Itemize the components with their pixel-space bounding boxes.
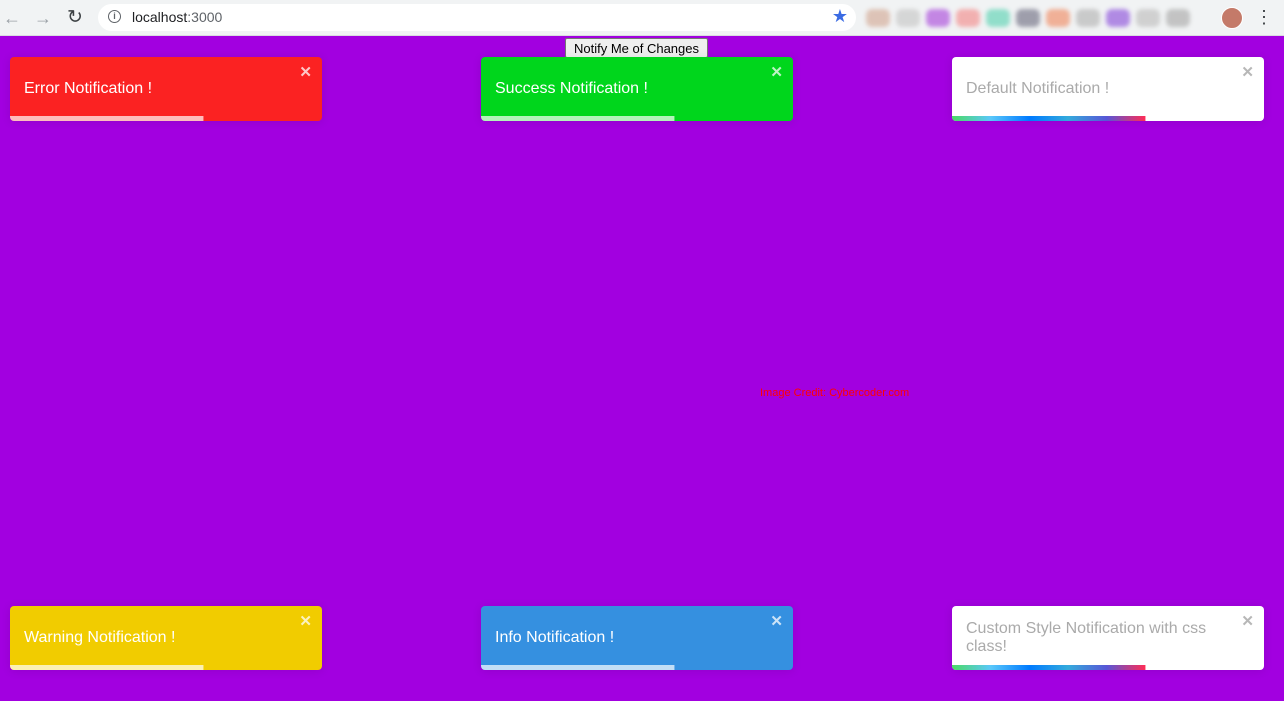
notify-button[interactable]: Notify Me of Changes	[565, 38, 708, 58]
toast-default[interactable]: Default Notification ! ✕	[952, 57, 1264, 121]
toast-message: Custom Style Notification with css class…	[966, 620, 1207, 655]
more-menu-icon[interactable]: ⋮	[1255, 7, 1273, 27]
progress-bar	[481, 116, 675, 121]
close-icon[interactable]: ✕	[299, 612, 312, 630]
progress-bar	[481, 665, 675, 670]
extension-icon[interactable]	[1046, 9, 1070, 27]
toast-custom[interactable]: Custom Style Notification with css class…	[952, 606, 1264, 670]
forward-arrow-icon[interactable]: →	[31, 6, 55, 30]
image-credit: Image Credit: Cybercoder.com	[760, 387, 910, 399]
extension-icon[interactable]	[1106, 9, 1130, 27]
toast-message: Warning Notification !	[24, 629, 176, 646]
toast-message: Error Notification !	[24, 80, 153, 97]
close-icon[interactable]: ✕	[770, 63, 783, 81]
progress-bar	[952, 116, 1146, 121]
reload-icon[interactable]: ↻	[63, 6, 87, 30]
toast-warning[interactable]: Warning Notification ! ✕	[10, 606, 322, 670]
extension-icon[interactable]	[926, 9, 950, 27]
toast-success[interactable]: Success Notification ! ✕	[481, 57, 793, 121]
profile-avatar[interactable]	[1221, 7, 1243, 29]
url-text[interactable]: localhost:3000	[132, 9, 222, 25]
extension-icon[interactable]	[896, 9, 920, 27]
extension-icon[interactable]	[1016, 9, 1040, 27]
info-icon[interactable]: i	[108, 10, 121, 23]
browser-toolbar: ← → ↻ i localhost:3000 ★ ⋮	[0, 0, 1284, 36]
toast-message: Default Notification !	[966, 80, 1110, 97]
progress-bar	[10, 665, 204, 670]
extensions-bar	[866, 9, 1210, 27]
extension-icon[interactable]	[1076, 9, 1100, 27]
close-icon[interactable]: ✕	[1241, 63, 1254, 81]
toast-info[interactable]: Info Notification ! ✕	[481, 606, 793, 670]
extension-icon[interactable]	[986, 9, 1010, 27]
bookmark-star-icon[interactable]: ★	[832, 6, 848, 27]
extension-icon[interactable]	[866, 9, 890, 27]
address-bar[interactable]: i localhost:3000 ★	[98, 4, 856, 31]
progress-bar	[10, 116, 204, 121]
extension-icon[interactable]	[1136, 9, 1160, 27]
toast-message: Success Notification !	[495, 80, 648, 97]
extension-icon[interactable]	[956, 9, 980, 27]
toast-message: Info Notification !	[495, 629, 615, 646]
back-arrow-icon[interactable]: ←	[0, 6, 24, 30]
close-icon[interactable]: ✕	[1241, 612, 1254, 630]
url-port: :3000	[187, 9, 223, 25]
url-host: localhost	[132, 9, 188, 25]
progress-bar	[952, 665, 1146, 670]
close-icon[interactable]: ✕	[299, 63, 312, 81]
toast-error[interactable]: Error Notification ! ✕	[10, 57, 322, 121]
extension-icon[interactable]	[1166, 9, 1190, 27]
close-icon[interactable]: ✕	[770, 612, 783, 630]
